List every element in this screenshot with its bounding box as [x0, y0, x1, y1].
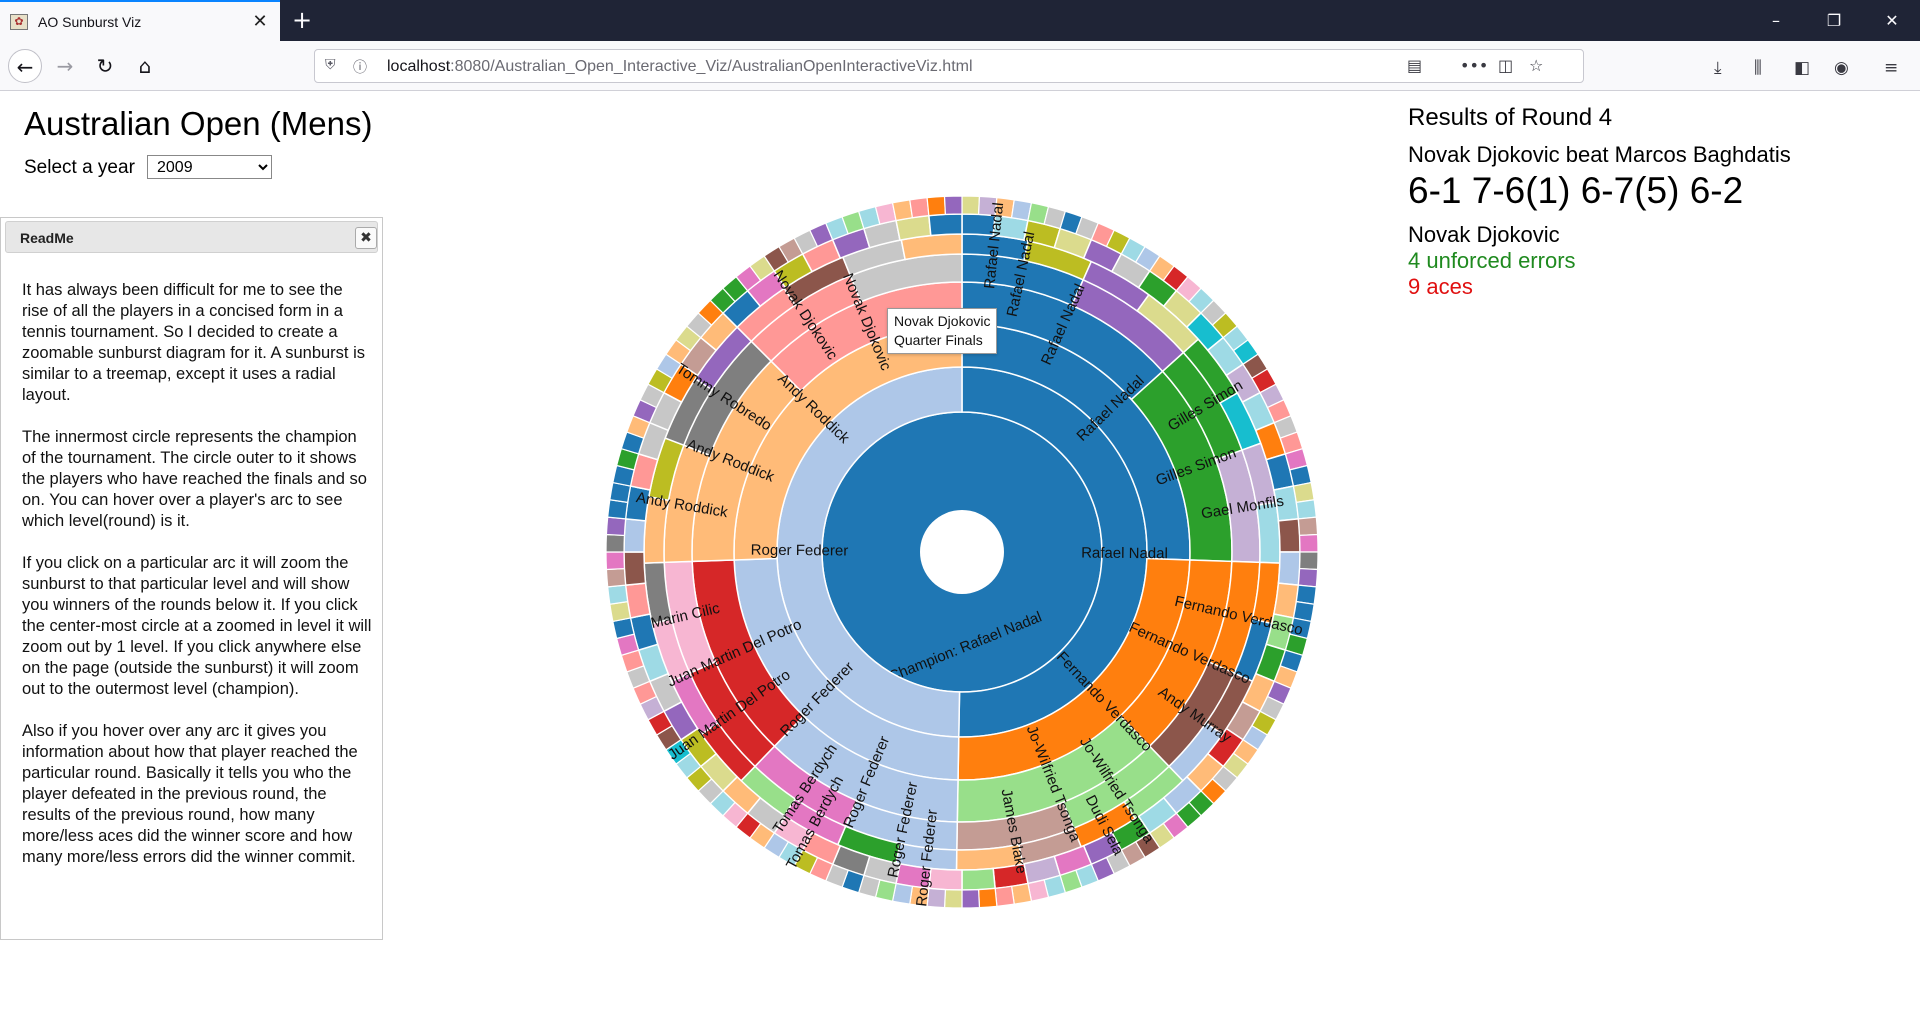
arc-round-2[interactable]: [928, 213, 963, 237]
readme-paragraph: It has always been difficult for me to s…: [22, 281, 366, 404]
window-close-icon[interactable]: ✕: [1872, 8, 1912, 34]
results-errors: 4 unforced errors: [1408, 248, 1576, 273]
browser-tab[interactable]: ✿ AO Sunburst Viz ✕: [0, 0, 280, 41]
arc-tooltip: Novak Djokovic Quarter Finals: [887, 308, 998, 354]
bookmark-star-icon[interactable]: ☆: [1529, 56, 1543, 75]
zoom-out-center[interactable]: [920, 510, 1004, 594]
arc-round-1[interactable]: [943, 888, 963, 909]
readme-title: ReadMe: [20, 230, 74, 246]
page-favicon-icon: ✿: [10, 14, 28, 30]
account-icon[interactable]: ◉: [1834, 58, 1849, 78]
url-host: localhost: [387, 58, 451, 75]
arc-round-1[interactable]: [1298, 533, 1319, 553]
library-icon[interactable]: ⫼: [1754, 58, 1762, 78]
results-panel: Results of Round 4 Novak Djokovic beat M…: [1408, 104, 1791, 300]
close-icon[interactable]: ✖: [355, 227, 377, 249]
url-path: :8080/Australian_Open_Interactive_Viz/Au…: [450, 58, 973, 75]
browser-nav-bar: ← → ↻ ⌂ ⛨ ⓘ localhost:8080/Australian_Op…: [0, 41, 1920, 91]
year-label: Select a year: [24, 157, 135, 178]
page-title: Australian Open (Mens): [24, 105, 373, 142]
arc-round-1[interactable]: [607, 499, 629, 520]
address-bar[interactable]: ⛨ ⓘ localhost:8080/Australian_Open_Inter…: [314, 49, 1584, 83]
pocket-icon[interactable]: ◫: [1498, 56, 1513, 75]
readme-paragraph: The innermost circle represents the cham…: [22, 428, 367, 530]
back-arrow-icon[interactable]: ←: [8, 49, 42, 83]
readme-paragraph: Also if you hover over any arc it gives …: [22, 722, 358, 866]
arc-round-1[interactable]: [1295, 499, 1317, 520]
arc-round-1[interactable]: [605, 516, 627, 537]
arc-round-1[interactable]: [909, 197, 930, 219]
arc-round-1[interactable]: [607, 584, 629, 605]
results-aces: 9 aces: [1408, 274, 1473, 299]
tab-close-icon[interactable]: ✕: [248, 10, 272, 34]
arc-round-2[interactable]: [961, 867, 996, 891]
arc-label: Roger Federer: [751, 542, 849, 560]
arc-round-2[interactable]: [1277, 518, 1301, 553]
arc-round-1[interactable]: [961, 888, 981, 909]
arc-round-1[interactable]: [605, 567, 627, 588]
results-match: Novak Djokovic beat Marcos Baghdatis: [1408, 142, 1791, 167]
site-info-icon[interactable]: ⓘ: [353, 57, 367, 77]
shield-icon[interactable]: ⛨: [325, 57, 336, 73]
forward-arrow-icon[interactable]: →: [48, 49, 82, 83]
arc-round-2[interactable]: [623, 518, 647, 553]
arc-round-1[interactable]: [1292, 481, 1315, 504]
reader-view-icon[interactable]: ▤: [1407, 56, 1422, 75]
browser-tab-bar: ✿ AO Sunburst Viz ✕ + – ❐ ✕: [0, 0, 1920, 41]
arc-round-1[interactable]: [1297, 567, 1319, 588]
arc-round-2[interactable]: [1277, 551, 1301, 586]
arc-round-1[interactable]: [994, 885, 1015, 907]
arc-round-1[interactable]: [891, 199, 914, 222]
year-select[interactable]: 2009: [147, 155, 272, 179]
window-minimize-icon[interactable]: –: [1756, 8, 1796, 34]
new-tab-icon[interactable]: +: [288, 6, 316, 34]
reload-icon[interactable]: ↻: [88, 49, 122, 83]
results-round: Results of Round 4: [1408, 104, 1613, 131]
tooltip-round: Quarter Finals: [894, 332, 983, 348]
page-content: Australian Open (Mens) Select a year 200…: [0, 92, 1920, 1010]
downloads-icon[interactable]: ⤓: [1714, 58, 1722, 78]
arc-round-1[interactable]: [1298, 551, 1319, 571]
arc-round-1[interactable]: [1297, 516, 1319, 537]
readme-panel: ReadMe ✖ It has always been difficult fo…: [0, 217, 383, 940]
arc-round-1[interactable]: [926, 195, 947, 217]
arc-round-1[interactable]: [1295, 584, 1317, 605]
tab-title: AO Sunburst Viz: [38, 14, 142, 30]
sunburst-chart[interactable]: Champion: Rafael NadalRafael NadalRoger …: [542, 132, 1382, 972]
results-player: Novak Djokovic: [1408, 222, 1560, 247]
sidebar-icon[interactable]: ◧: [1794, 58, 1810, 78]
url-text[interactable]: localhost:8080/Australian_Open_Interacti…: [387, 58, 973, 76]
arc-round-1[interactable]: [605, 533, 626, 553]
arc-round-1[interactable]: [977, 887, 998, 909]
readme-header: ReadMe ✖: [5, 221, 378, 253]
page-actions-icon[interactable]: •••: [1460, 56, 1488, 75]
readme-paragraph: If you click on a particular arc it will…: [22, 554, 372, 698]
arc-round-2[interactable]: [623, 551, 647, 586]
window-restore-icon[interactable]: ❐: [1814, 8, 1854, 34]
arc-round-1[interactable]: [609, 600, 632, 623]
home-icon[interactable]: ⌂: [128, 49, 162, 83]
arc-round-1[interactable]: [605, 551, 626, 571]
readme-body: It has always been difficult for me to s…: [22, 280, 372, 889]
arc-round-1[interactable]: [943, 195, 963, 216]
arc-label: Rafael Nadal: [1081, 545, 1168, 563]
results-score: 6-1 7-6(1) 6-7(5) 6-2: [1408, 170, 1744, 211]
menu-icon[interactable]: ≡: [1884, 58, 1898, 78]
tooltip-player: Novak Djokovic: [894, 313, 991, 329]
arc-round-1[interactable]: [1010, 882, 1033, 905]
arc-round-1[interactable]: [961, 195, 981, 216]
